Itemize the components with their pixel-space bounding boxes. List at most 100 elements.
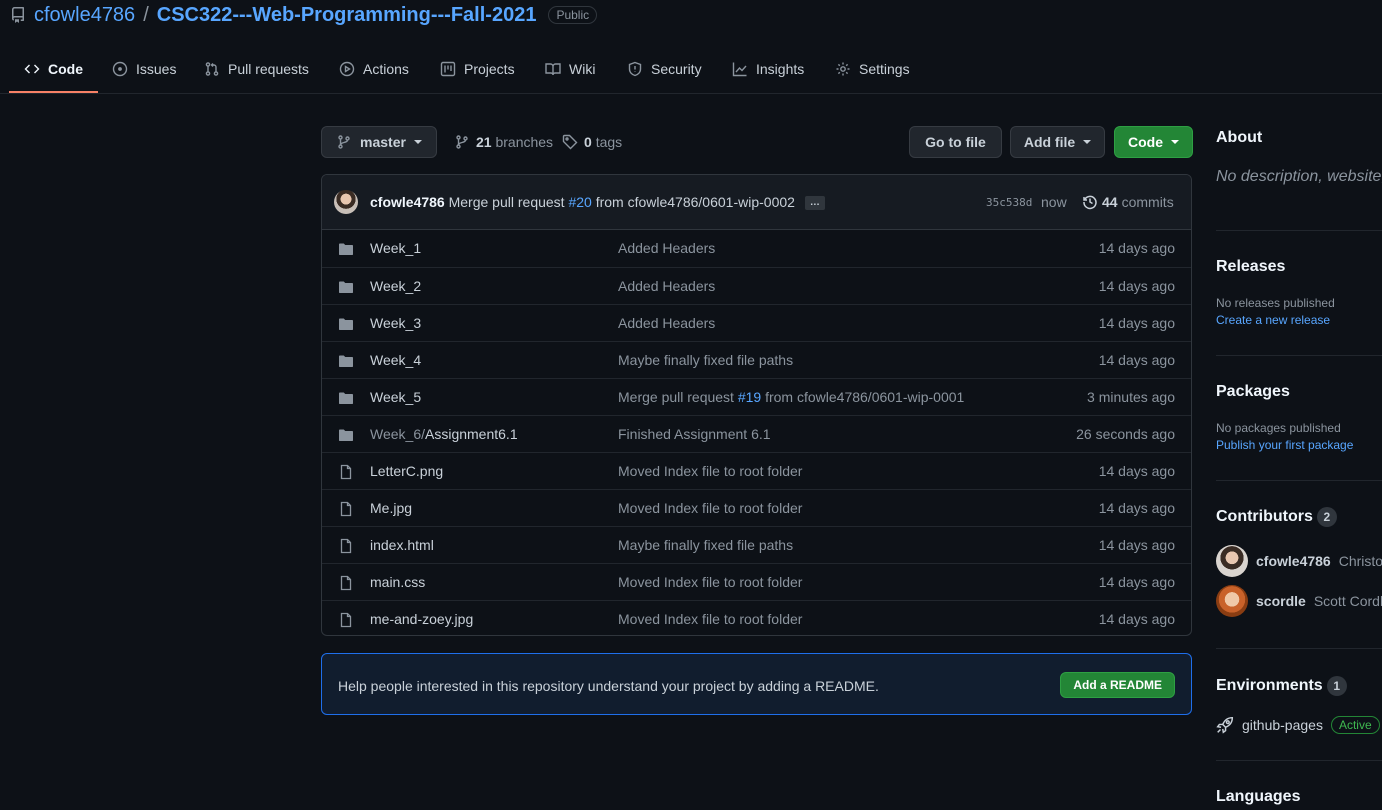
tab-projects-label: Projects — [464, 61, 515, 77]
add-file-button[interactable]: Add file — [1010, 126, 1105, 158]
file-name-link[interactable]: Week_2 — [370, 278, 421, 294]
commit-message-suffix[interactable]: from cfowle4786/0601-wip-0002 — [596, 194, 795, 210]
tab-security[interactable]: Security — [627, 46, 702, 92]
gear-icon — [836, 62, 850, 76]
tab-wiki-label: Wiki — [569, 61, 596, 77]
packages-empty-text: No packages published — [1216, 421, 1341, 435]
file-name-link[interactable]: Me.jpg — [370, 500, 412, 516]
status-badge: Active — [1330, 716, 1380, 734]
environments-title[interactable]: Environments — [1216, 677, 1323, 694]
divider — [1216, 355, 1382, 356]
about-description: No description, website, — [1216, 168, 1382, 185]
contributors-title[interactable]: Contributors — [1216, 508, 1313, 525]
publish-package-link[interactable]: Publish your first package — [1216, 438, 1382, 452]
avatar[interactable] — [334, 190, 358, 214]
divider — [1216, 480, 1382, 481]
repo-owner-link[interactable]: cfowle4786 — [34, 4, 135, 27]
file-commit-message[interactable]: Added Headers — [618, 278, 715, 294]
tab-wiki[interactable]: Wiki — [545, 46, 595, 92]
repo-header: cfowle4786 / CSC322---Web-Programming---… — [10, 2, 598, 28]
file-browser: cfowle4786 Merge pull request #20 from c… — [321, 174, 1192, 636]
chevron-down-icon — [1171, 140, 1179, 144]
branch-icon — [338, 135, 350, 149]
contributor-item[interactable]: cfowle4786 Christop — [1216, 545, 1382, 577]
tab-insights[interactable]: Insights — [732, 46, 804, 92]
file-commit-pr-link[interactable]: #19 — [738, 389, 761, 405]
releases-title[interactable]: Releases — [1216, 258, 1382, 276]
commit-pr-link[interactable]: #20 — [568, 194, 591, 210]
contributor-item[interactable]: scordle Scott Cordle — [1216, 585, 1382, 617]
tab-issues[interactable]: Issues — [112, 46, 176, 92]
book-icon — [545, 63, 561, 76]
commit-expand-button[interactable]: … — [804, 196, 825, 211]
file-name-link[interactable]: Week_5 — [370, 389, 421, 405]
environment-item[interactable]: github-pages Active — [1216, 716, 1380, 734]
file-commit-message[interactable]: Moved Index file to root folder — [618, 463, 802, 479]
file-row: main.css Moved Index file to root folder… — [322, 563, 1191, 600]
avatar[interactable] — [1216, 545, 1248, 577]
tab-settings[interactable]: Settings — [835, 46, 910, 92]
file-age: 14 days ago — [1098, 500, 1175, 516]
commit-sha-link[interactable]: 35c538d — [986, 196, 1032, 209]
file-icon — [340, 501, 352, 517]
contributor-login[interactable]: scordle — [1256, 593, 1306, 609]
go-to-file-button[interactable]: Go to file — [909, 126, 1002, 158]
tab-pull-requests[interactable]: Pull requests — [204, 46, 309, 92]
file-commit-message[interactable]: Added Headers — [618, 315, 715, 331]
file-commit-message[interactable]: Maybe finally fixed file paths — [618, 352, 793, 368]
file-name-link[interactable]: Week_1 — [370, 240, 421, 256]
tab-actions[interactable]: Actions — [339, 46, 409, 92]
file-age: 14 days ago — [1098, 240, 1175, 256]
branch-selector-button[interactable]: master — [321, 126, 437, 158]
file-commit-message[interactable]: Moved Index file to root folder — [618, 500, 802, 516]
packages-title[interactable]: Packages — [1216, 383, 1382, 401]
file-commit-message-suffix[interactable]: from cfowle4786/0601-wip-0001 — [765, 389, 964, 405]
tags-link[interactable]: 0 tags — [562, 126, 622, 158]
file-name-link[interactable]: me-and-zoey.jpg — [370, 611, 473, 627]
file-commit-message[interactable]: Finished Assignment 6.1 — [618, 426, 771, 442]
tab-projects[interactable]: Projects — [440, 46, 515, 92]
file-name-link[interactable]: Week_4 — [370, 352, 421, 368]
commits-history-link[interactable]: 44 commits — [1082, 194, 1174, 210]
readme-prompt-text: Help people interested in this repositor… — [338, 678, 879, 694]
commits-count: 44 — [1102, 194, 1118, 210]
folder-icon — [339, 281, 353, 293]
file-commit-message[interactable]: Added Headers — [618, 240, 715, 256]
graph-icon — [732, 62, 747, 77]
file-row: Week_4 Maybe finally fixed file paths 14… — [322, 341, 1191, 378]
tab-code-label: Code — [48, 61, 83, 77]
file-commit-message[interactable]: Maybe finally fixed file paths — [618, 537, 793, 553]
file-name-link[interactable]: LetterC.png — [370, 463, 443, 479]
shield-icon — [628, 61, 642, 77]
file-row: Week_3 Added Headers 14 days ago — [322, 304, 1191, 341]
project-icon — [440, 61, 456, 77]
file-commit-message-prefix[interactable]: Merge pull request — [618, 389, 734, 405]
file-age: 3 minutes ago — [1087, 389, 1175, 405]
file-icon — [340, 464, 352, 480]
branches-link[interactable]: 21 branches — [454, 126, 553, 158]
tab-code[interactable]: Code — [9, 46, 98, 93]
environment-name[interactable]: github-pages — [1242, 717, 1323, 733]
repo-name-link[interactable]: CSC322---Web-Programming---Fall-2021 — [157, 4, 537, 27]
file-row: Week_2 Added Headers 14 days ago — [322, 267, 1191, 304]
contributor-login[interactable]: cfowle4786 — [1256, 553, 1331, 569]
code-icon — [24, 64, 40, 74]
commit-message-prefix[interactable]: Merge pull request — [449, 194, 565, 210]
add-readme-button[interactable]: Add a README — [1060, 672, 1175, 698]
commit-author-link[interactable]: cfowle4786 — [370, 194, 445, 210]
divider — [1216, 648, 1382, 649]
file-name-link[interactable]: main.css — [370, 574, 425, 590]
play-icon — [339, 61, 355, 77]
file-name-link[interactable]: index.html — [370, 537, 434, 553]
file-commit-message[interactable]: Moved Index file to root folder — [618, 611, 802, 627]
folder-icon — [339, 243, 353, 255]
avatar[interactable] — [1216, 585, 1248, 617]
file-name-parent: Week_6/ — [370, 426, 425, 442]
create-release-link[interactable]: Create a new release — [1216, 313, 1382, 327]
file-name-link[interactable]: Week_3 — [370, 315, 421, 331]
languages-title: Languages — [1216, 788, 1301, 805]
code-download-button[interactable]: Code — [1114, 126, 1193, 158]
file-commit-message[interactable]: Moved Index file to root folder — [618, 574, 802, 590]
file-name-link[interactable]: Week_6/Assignment6.1 — [370, 426, 518, 442]
file-row: me-and-zoey.jpg Moved Index file to root… — [322, 600, 1191, 635]
